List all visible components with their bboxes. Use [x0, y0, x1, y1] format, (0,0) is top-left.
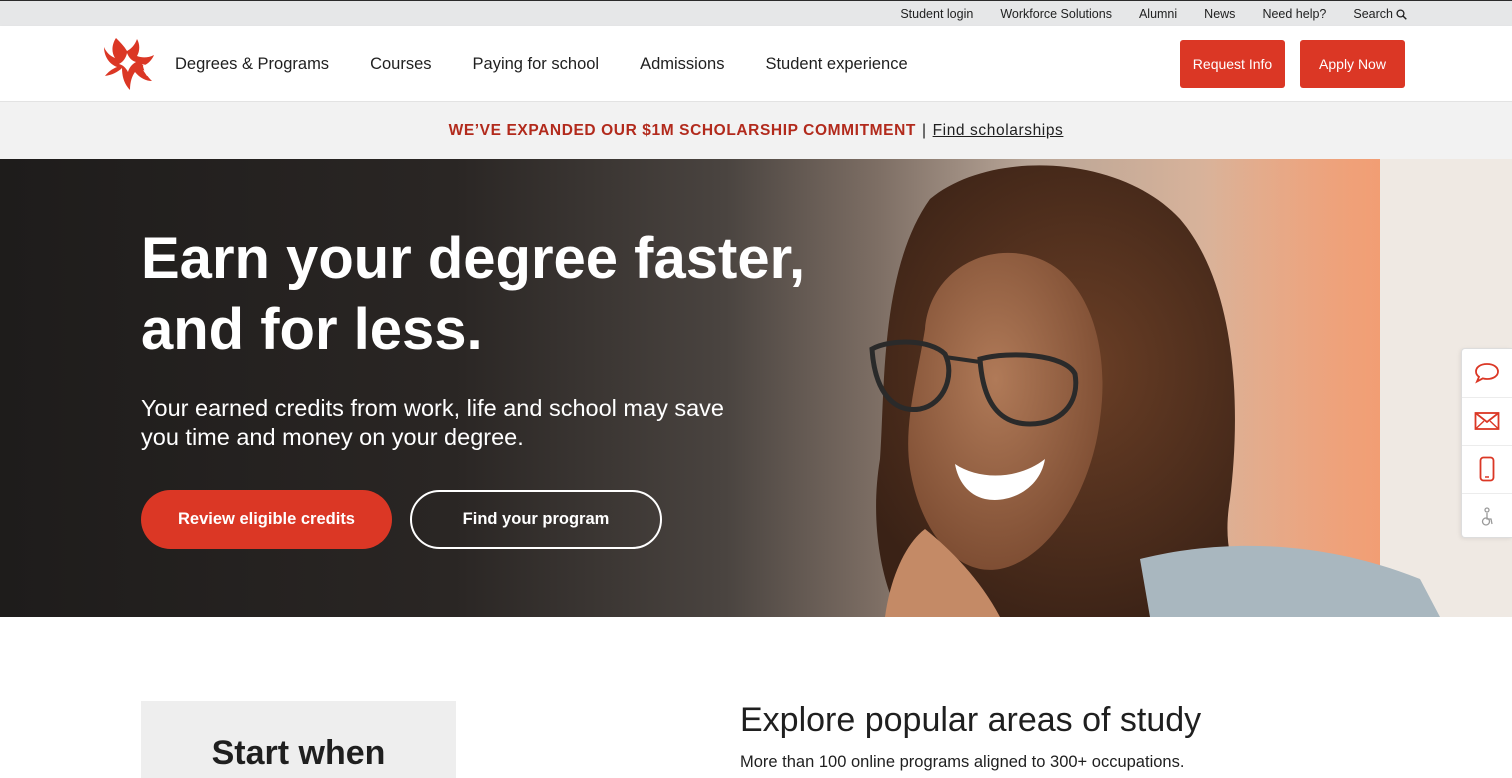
- phoenix-logo-icon[interactable]: [102, 34, 156, 94]
- nav-degrees-programs[interactable]: Degrees & Programs: [175, 55, 329, 74]
- workforce-solutions-link[interactable]: Workforce Solutions: [1000, 7, 1112, 21]
- banner-headline: WE’VE EXPANDED OUR $1M SCHOLARSHIP COMMI…: [448, 121, 916, 139]
- hero-subtitle-line-2: you time and money on your degree.: [141, 424, 524, 450]
- nav-student-experience[interactable]: Student experience: [765, 55, 907, 74]
- student-login-link[interactable]: Student login: [900, 7, 973, 21]
- hero-title-line-1: Earn your degree faster,: [141, 226, 806, 291]
- banner-separator: |: [921, 121, 927, 139]
- utility-bar: Student login Workforce Solutions Alumni…: [0, 0, 1512, 26]
- primary-nav: Degrees & Programs Courses Paying for sc…: [175, 26, 949, 102]
- scholarship-banner: WE’VE EXPANDED OUR $1M SCHOLARSHIP COMMI…: [0, 102, 1512, 159]
- search-icon: [1396, 8, 1407, 20]
- find-scholarships-link[interactable]: Find scholarships: [933, 122, 1064, 140]
- news-link[interactable]: News: [1204, 7, 1235, 21]
- explore-subheading: More than 100 online programs aligned to…: [740, 753, 1185, 771]
- search-link[interactable]: Search: [1353, 7, 1407, 21]
- chat-icon: [1475, 362, 1499, 383]
- hero-title-line-2: and for less.: [141, 297, 483, 362]
- start-when-card: Start when: [141, 701, 456, 778]
- nav-courses[interactable]: Courses: [370, 55, 431, 74]
- search-label: Search: [1353, 7, 1393, 21]
- email-icon: [1474, 412, 1500, 430]
- phone-button[interactable]: [1462, 445, 1512, 492]
- accessibility-icon: [1481, 507, 1493, 526]
- explore-heading: Explore popular areas of study: [740, 701, 1202, 739]
- phone-icon: [1479, 456, 1495, 482]
- hero-subtitle: Your earned credits from work, life and …: [141, 394, 801, 452]
- accessibility-button[interactable]: [1462, 493, 1512, 540]
- start-when-title: Start when: [211, 734, 386, 772]
- main-nav: Degrees & Programs Courses Paying for sc…: [0, 26, 1512, 102]
- alumni-link[interactable]: Alumni: [1139, 7, 1177, 21]
- hero-title: Earn your degree faster, and for less.: [141, 223, 821, 365]
- email-button[interactable]: [1462, 397, 1512, 444]
- nav-admissions[interactable]: Admissions: [640, 55, 724, 74]
- utility-links: Student login Workforce Solutions Alumni…: [873, 1, 1407, 27]
- apply-now-button[interactable]: Apply Now: [1300, 40, 1405, 88]
- hero: Earn your degree faster, and for less. Y…: [0, 159, 1512, 617]
- review-eligible-credits-button[interactable]: Review eligible credits: [141, 490, 392, 549]
- chat-button[interactable]: [1462, 349, 1512, 396]
- need-help-link[interactable]: Need help?: [1262, 7, 1326, 21]
- nav-paying-for-school[interactable]: Paying for school: [473, 55, 600, 74]
- request-info-button[interactable]: Request Info: [1180, 40, 1285, 88]
- find-your-program-button[interactable]: Find your program: [410, 490, 662, 549]
- contact-side-rail: [1461, 348, 1512, 538]
- hero-subtitle-line-1: Your earned credits from work, life and …: [141, 395, 724, 421]
